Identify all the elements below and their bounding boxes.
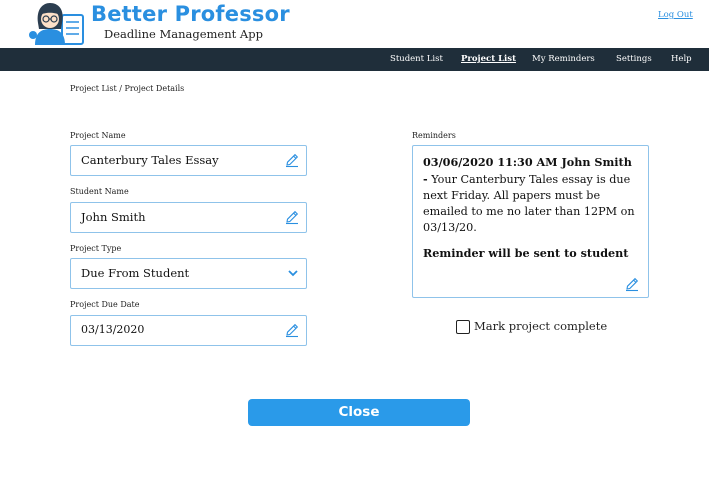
pencil-icon[interactable] [284,322,300,338]
brand-subtitle: Deadline Management App [104,27,263,41]
project-name-label: Project Name [70,131,126,140]
reminder-footer: Reminder will be sent to student [423,246,629,260]
app-header: Better Professor Deadline Management App… [0,0,709,48]
project-type-select[interactable]: Due From Student [70,258,307,289]
top-nav: Student List Project List My Reminders S… [0,48,709,71]
reminder-message: 03/06/2020 11:30 AM John Smith - Your Ca… [423,154,639,236]
pencil-icon[interactable] [284,152,300,168]
reminders-label: Reminders [412,131,456,140]
student-name-label: Student Name [70,187,129,196]
student-name-value: John Smith [81,210,146,224]
student-name-field[interactable]: John Smith [70,202,307,233]
due-date-label: Project Due Date [70,300,140,309]
brand-title: Better Professor [91,2,290,26]
mark-complete-label[interactable]: Mark project complete [474,319,607,333]
pencil-icon[interactable] [284,209,300,225]
breadcrumb: Project List / Project Details [70,84,185,93]
nav-item-help[interactable]: Help [671,54,692,64]
nav-item-settings[interactable]: Settings [616,54,652,64]
due-date-value: 03/13/2020 [81,323,145,336]
close-button[interactable]: Close [248,399,470,426]
professor-avatar-icon [29,3,84,45]
project-type-value: Due From Student [81,266,190,280]
logout-link[interactable]: Log Out [658,10,693,20]
project-type-label: Project Type [70,244,122,253]
due-date-field[interactable]: 03/13/2020 [70,315,307,346]
mark-complete-checkbox[interactable] [456,320,470,334]
nav-item-project-list[interactable]: Project List [461,54,516,64]
reminders-textarea[interactable]: 03/06/2020 11:30 AM John Smith - Your Ca… [412,145,649,298]
chevron-down-icon[interactable] [287,268,299,278]
nav-item-my-reminders[interactable]: My Reminders [532,54,595,64]
project-name-value: Canterbury Tales Essay [81,153,219,167]
reminder-body: Your Canterbury Tales essay is due next … [423,173,635,234]
project-name-field[interactable]: Canterbury Tales Essay [70,145,307,176]
pencil-icon[interactable] [624,276,640,292]
nav-item-student-list[interactable]: Student List [390,54,443,64]
